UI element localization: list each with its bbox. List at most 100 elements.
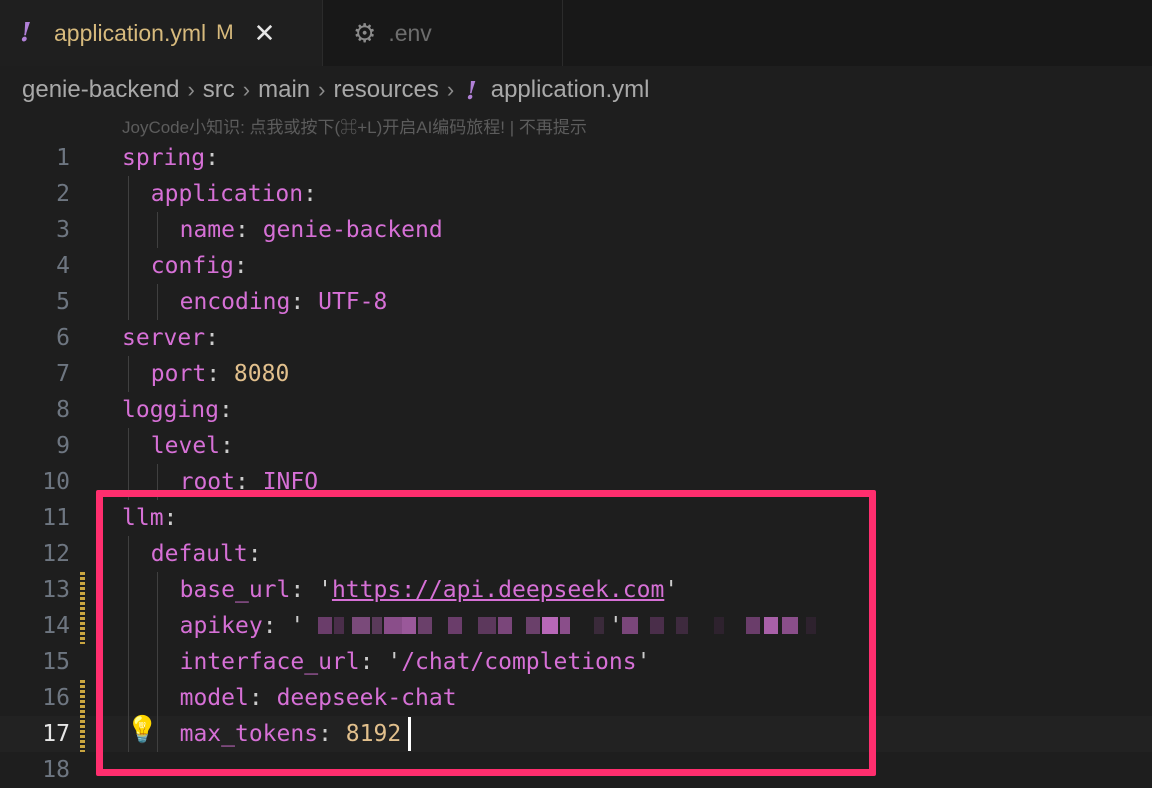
indent-guide <box>128 572 129 608</box>
redaction-block <box>560 617 570 634</box>
yaml-entry: name: genie-backend <box>180 212 443 248</box>
yaml-key: logging <box>122 397 219 423</box>
code-line[interactable]: 14 apikey: ' ' <box>0 608 1152 644</box>
line-number[interactable]: 7 <box>0 356 70 392</box>
yaml-colon: : <box>234 469 249 495</box>
yaml-number: 8080 <box>233 361 290 387</box>
quote: ' <box>608 613 623 639</box>
line-number[interactable]: 13 <box>0 572 70 608</box>
line-number[interactable]: 4 <box>0 248 70 284</box>
line-number[interactable]: 18 <box>0 752 70 788</box>
yaml-colon: : <box>247 541 262 567</box>
yaml-key: application <box>150 181 304 207</box>
line-number[interactable]: 15 <box>0 644 70 680</box>
line-number[interactable]: 8 <box>0 392 70 428</box>
yaml-entry: encoding: UTF-8 <box>180 284 388 320</box>
yaml-key: max_tokens <box>179 721 319 747</box>
yaml-key: model <box>179 685 249 711</box>
code-line[interactable]: 2 application: <box>0 176 1152 212</box>
yaml-value: UTF-8 <box>318 289 388 315</box>
line-number[interactable]: 3 <box>0 212 70 248</box>
line-number[interactable]: 6 <box>0 320 70 356</box>
url-link[interactable]: https://api.deepseek.com <box>332 577 664 603</box>
yaml-colon: : <box>205 145 219 171</box>
breadcrumb-item[interactable]: src <box>203 76 235 104</box>
breadcrumb-item[interactable]: main <box>258 76 310 104</box>
line-number[interactable]: 17 <box>0 716 70 752</box>
modified-line-gutter-marker[interactable] <box>80 572 85 644</box>
yaml-colon: : <box>234 217 249 243</box>
breadcrumb-item[interactable]: genie-backend <box>22 76 179 104</box>
yaml-key: level <box>150 433 221 459</box>
line-number[interactable]: 12 <box>0 536 70 572</box>
code-line[interactable]: 13 base_url: 'https://api.deepseek.com' <box>0 572 1152 608</box>
yaml-key: base_url <box>179 577 291 603</box>
chevron-right-icon: › <box>446 77 455 102</box>
yaml-colon: : <box>233 253 248 279</box>
yaml-value: INFO <box>262 469 319 495</box>
code-line[interactable]: 3 name: genie-backend <box>0 212 1152 248</box>
redaction-block <box>478 617 496 634</box>
yaml-colon: : <box>163 505 178 531</box>
yaml-colon: : <box>248 685 263 711</box>
redaction-block <box>384 617 402 634</box>
tab-env[interactable]: ⚙ .env <box>323 0 563 66</box>
code-line[interactable]: 17 max_tokens: 8192 <box>0 716 1152 752</box>
yaml-key: name <box>179 217 235 243</box>
code-line[interactable]: 9 level: <box>0 428 1152 464</box>
line-number[interactable]: 9 <box>0 428 70 464</box>
chevron-right-icon: › <box>242 77 251 102</box>
text-cursor <box>408 717 411 751</box>
indent-guide <box>156 608 158 644</box>
line-number[interactable]: 1 <box>0 140 70 176</box>
code-line[interactable]: 16 model: deepseek-chat <box>0 680 1152 716</box>
line-number[interactable]: 11 <box>0 500 70 536</box>
modified-line-gutter-marker[interactable] <box>80 680 85 752</box>
quote: ' <box>318 577 332 603</box>
close-icon[interactable]: ✕ <box>254 20 276 46</box>
breadcrumb-item[interactable]: resources <box>333 76 438 104</box>
line-number[interactable]: 14 <box>0 608 70 644</box>
yaml-colon: : <box>220 433 234 459</box>
line-number[interactable]: 16 <box>0 680 70 716</box>
code-line[interactable]: 12 default: <box>0 536 1152 572</box>
code-line[interactable]: 6 server: <box>0 320 1152 356</box>
code-line[interactable]: 1 spring: <box>0 140 1152 176</box>
line-number[interactable]: 5 <box>0 284 70 320</box>
line-number[interactable]: 10 <box>0 464 70 500</box>
code-line[interactable]: 5 encoding: UTF-8 <box>0 284 1152 320</box>
code-line[interactable]: 15 interface_url: '/chat/completions' <box>0 644 1152 680</box>
yaml-entry: default: <box>151 536 262 572</box>
yaml-colon: : <box>290 577 305 603</box>
tab-application-yml[interactable]: ! application.yml M ✕ <box>0 0 323 66</box>
indent-guide <box>156 680 158 716</box>
yaml-entry: logging: <box>122 392 233 428</box>
breadcrumb: genie-backend › src › main › resources ›… <box>22 72 649 108</box>
yaml-exclamation-icon: ! <box>466 75 477 105</box>
redaction-block <box>622 617 638 634</box>
redaction-block <box>526 617 540 634</box>
indent-guide <box>128 176 129 212</box>
breadcrumb-item[interactable]: application.yml <box>491 76 650 104</box>
line-number[interactable]: 2 <box>0 176 70 212</box>
editor-tab-bar: ! application.yml M ✕ ⚙ .env <box>0 0 1152 66</box>
code-line[interactable]: 10 root: INFO <box>0 464 1152 500</box>
redaction-block <box>318 617 332 634</box>
lightbulb-icon[interactable]: 💡 <box>126 714 158 745</box>
code-line[interactable]: 11 llm: <box>0 500 1152 536</box>
yaml-colon: : <box>318 721 332 747</box>
indent-guide <box>128 212 129 248</box>
code-line[interactable]: 4 config: <box>0 248 1152 284</box>
redaction-block <box>746 617 760 634</box>
yaml-value: /chat/completions <box>401 649 637 675</box>
code-line[interactable]: 18 <box>0 752 1152 788</box>
redaction-block <box>498 617 512 634</box>
yaml-colon: : <box>262 613 277 639</box>
yaml-colon: : <box>218 397 233 423</box>
yaml-key: spring <box>122 145 206 171</box>
redaction-block <box>650 617 664 634</box>
code-line[interactable]: 8 logging: <box>0 392 1152 428</box>
code-line[interactable]: 7 port: 8080 <box>0 356 1152 392</box>
joycode-hint[interactable]: JoyCode小知识: 点我或按下(⌘+L)开启AI编码旅程! | 不再提示 <box>122 113 587 138</box>
indent-guide <box>156 572 158 608</box>
